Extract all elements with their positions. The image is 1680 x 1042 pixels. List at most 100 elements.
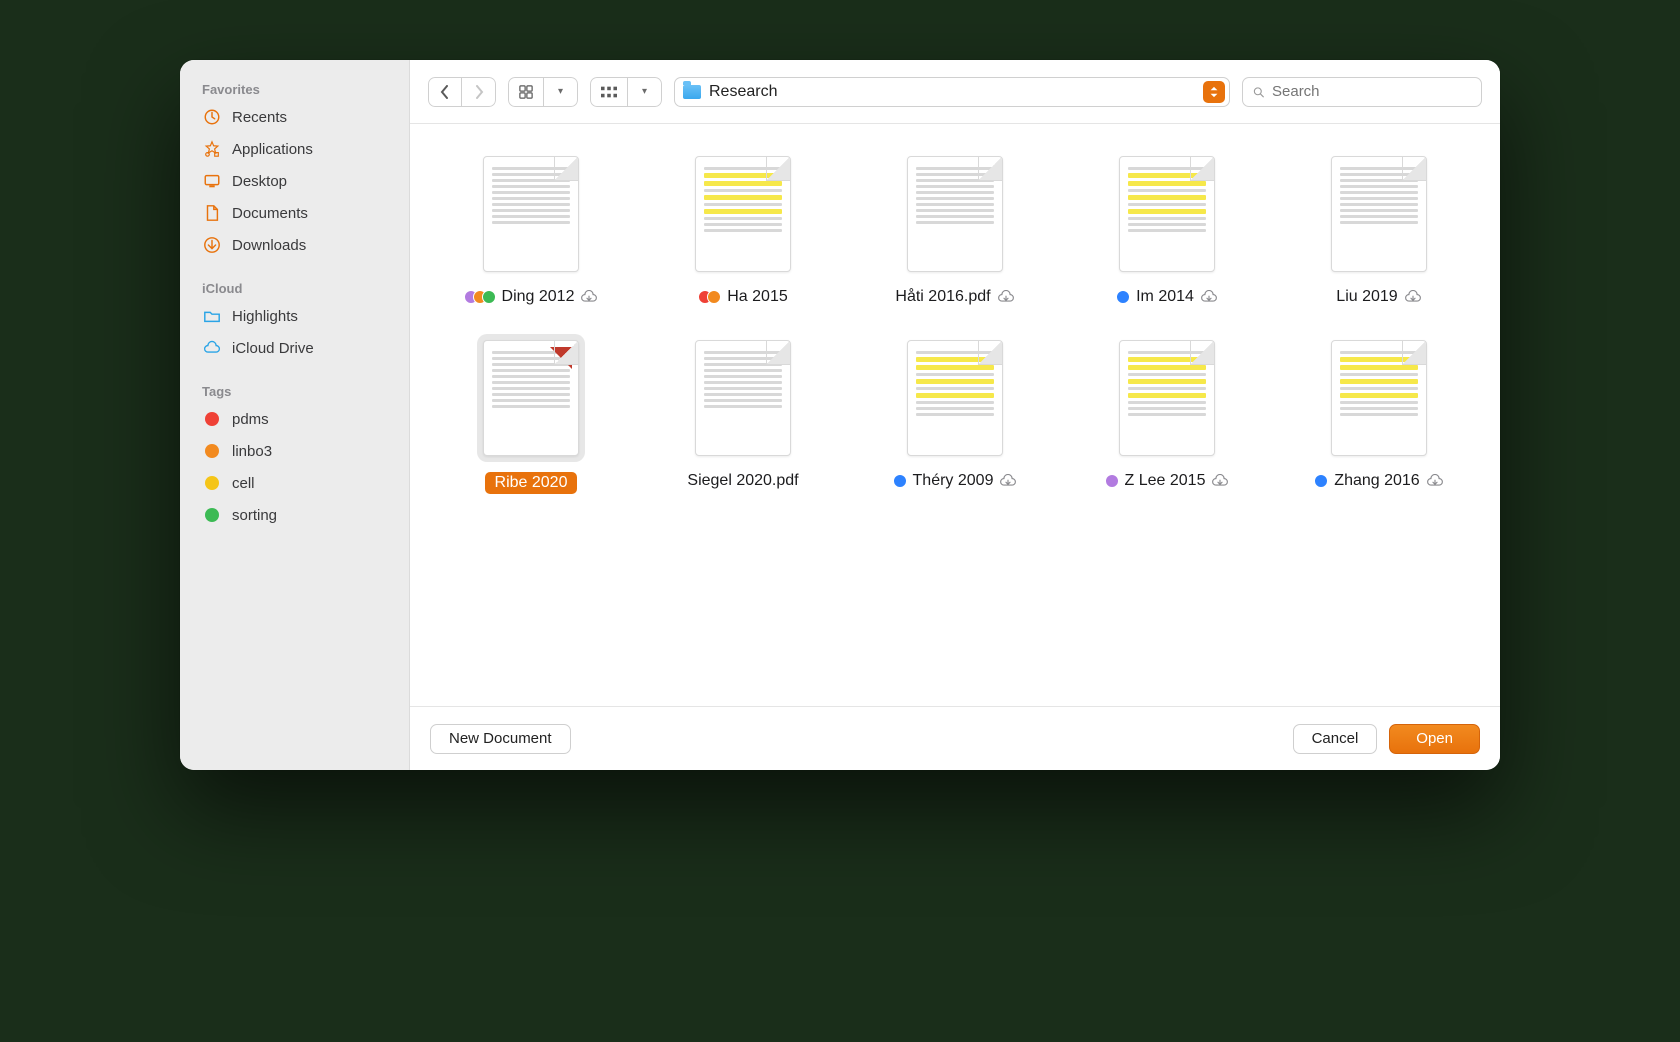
file-item[interactable]: Théry 2009 [858, 334, 1052, 494]
new-document-button[interactable]: New Document [430, 724, 571, 754]
file-item[interactable]: Liu 2019 [1282, 150, 1476, 306]
file-thumbnail [1331, 156, 1427, 272]
folder-icon [202, 306, 222, 326]
location-popup[interactable]: Research [674, 77, 1230, 107]
back-button[interactable] [428, 77, 462, 107]
file-thumbnail-wrap [1325, 150, 1433, 278]
file-grid: Ding 2012 Ha 2015 Håti 2016.pdf Im 2014 Liu … [434, 150, 1476, 494]
search-icon [1253, 85, 1264, 99]
sidebar-icloud-item[interactable]: iCloud Drive [180, 332, 409, 364]
search-field[interactable] [1242, 77, 1482, 107]
file-name: Ha 2015 [727, 288, 788, 306]
folder-icon [683, 85, 701, 99]
tag-dot-icon [202, 473, 222, 493]
tag-dot-icon [202, 441, 222, 461]
file-tag-dots [1105, 474, 1119, 488]
view-icon-menu[interactable]: ▾ [544, 77, 578, 107]
sidebar-tag-item[interactable]: cell [180, 467, 409, 499]
clock-icon [202, 107, 222, 127]
sidebar-tag-item-label: cell [232, 475, 255, 492]
toolbar: ▾ ▾ Research [410, 60, 1500, 124]
cloud-icon [202, 338, 222, 358]
file-thumbnail [483, 340, 579, 456]
file-name: Håti 2016.pdf [895, 288, 990, 306]
grid-icon [519, 85, 533, 99]
forward-button[interactable] [462, 77, 496, 107]
sidebar: Favorites Recents Applications Desktop Docu… [180, 60, 410, 770]
download-icon [202, 235, 222, 255]
sidebar-favorite-item-label: Documents [232, 205, 308, 222]
sidebar-favorite-item[interactable]: Desktop [180, 165, 409, 197]
file-label-row: Liu 2019 [1336, 288, 1421, 306]
chevron-down-icon: ▾ [642, 86, 647, 97]
nav-back-forward [428, 77, 496, 107]
tag-dot-icon [707, 290, 721, 304]
tag-dot-icon [1105, 474, 1119, 488]
file-thumbnail [695, 156, 791, 272]
sidebar-favorites-list: Recents Applications Desktop Documents Downl… [180, 101, 409, 261]
sidebar-favorite-item[interactable]: Documents [180, 197, 409, 229]
group-button[interactable] [590, 77, 628, 107]
open-button[interactable]: Open [1389, 724, 1480, 754]
sidebar-tag-item[interactable]: linbo3 [180, 435, 409, 467]
file-thumbnail-wrap [689, 334, 797, 462]
sidebar-icloud-item-label: Highlights [232, 308, 298, 325]
sidebar-section-favorites: Favorites [180, 74, 409, 101]
open-dialog: Favorites Recents Applications Desktop Docu… [180, 60, 1500, 770]
cloud-download-icon [1211, 474, 1229, 488]
apps-icon [202, 139, 222, 159]
file-name: Zhang 2016 [1334, 472, 1419, 490]
sidebar-tag-item[interactable]: pdms [180, 403, 409, 435]
file-thumbnail-wrap [477, 334, 585, 462]
cloud-download-icon [1426, 474, 1444, 488]
file-tag-dots [1116, 290, 1130, 304]
file-thumbnail-wrap [1325, 334, 1433, 462]
sidebar-favorite-item-label: Desktop [232, 173, 287, 190]
file-item[interactable]: Håti 2016.pdf [858, 150, 1052, 306]
sidebar-tag-item-label: linbo3 [232, 443, 272, 460]
cloud-download-icon [1404, 290, 1422, 304]
file-name: Z Lee 2015 [1125, 472, 1206, 490]
file-thumbnail-wrap [1113, 334, 1221, 462]
file-thumbnail [1331, 340, 1427, 456]
tag-dot-icon [1116, 290, 1130, 304]
sidebar-icloud-item[interactable]: Highlights [180, 300, 409, 332]
sidebar-favorite-item-label: Applications [232, 141, 313, 158]
file-item[interactable]: Ha 2015 [646, 150, 840, 306]
chevron-down-icon: ▾ [558, 86, 563, 97]
document-icon [202, 203, 222, 223]
cloud-download-icon [999, 474, 1017, 488]
cancel-button[interactable]: Cancel [1293, 724, 1378, 754]
sidebar-favorite-item[interactable]: Applications [180, 133, 409, 165]
file-thumbnail-wrap [901, 334, 1009, 462]
sidebar-favorite-item[interactable]: Downloads [180, 229, 409, 261]
grid-small-icon [601, 86, 617, 98]
group-mode: ▾ [590, 77, 662, 107]
chevron-left-icon [440, 85, 450, 99]
file-item[interactable]: Z Lee 2015 [1070, 334, 1264, 494]
file-browser[interactable]: Ding 2012 Ha 2015 Håti 2016.pdf Im 2014 Liu … [410, 124, 1500, 706]
dog-ear-icon [550, 347, 572, 369]
file-name: Im 2014 [1136, 288, 1194, 306]
group-menu[interactable]: ▾ [628, 77, 662, 107]
file-item[interactable]: Siegel 2020.pdf [646, 334, 840, 494]
sidebar-icloud-list: Highlights iCloud Drive [180, 300, 409, 364]
sidebar-favorite-item[interactable]: Recents [180, 101, 409, 133]
view-icon-button[interactable] [508, 77, 544, 107]
file-label-row: Im 2014 [1116, 288, 1218, 306]
sidebar-tag-item[interactable]: sorting [180, 499, 409, 531]
file-thumbnail [907, 156, 1003, 272]
file-name: Théry 2009 [913, 472, 994, 490]
file-item[interactable]: Im 2014 [1070, 150, 1264, 306]
file-thumbnail-wrap [901, 150, 1009, 278]
file-label-row: Ding 2012 [464, 288, 599, 306]
sidebar-section-icloud: iCloud [180, 273, 409, 300]
file-item[interactable]: Zhang 2016 [1282, 334, 1476, 494]
file-thumbnail-wrap [1113, 150, 1221, 278]
dialog-footer: New Document Cancel Open [410, 706, 1500, 770]
sidebar-icloud-item-label: iCloud Drive [232, 340, 314, 357]
file-thumbnail-wrap [477, 150, 585, 278]
file-item[interactable]: Ribe 2020 [434, 334, 628, 494]
search-input[interactable] [1272, 83, 1471, 100]
file-item[interactable]: Ding 2012 [434, 150, 628, 306]
